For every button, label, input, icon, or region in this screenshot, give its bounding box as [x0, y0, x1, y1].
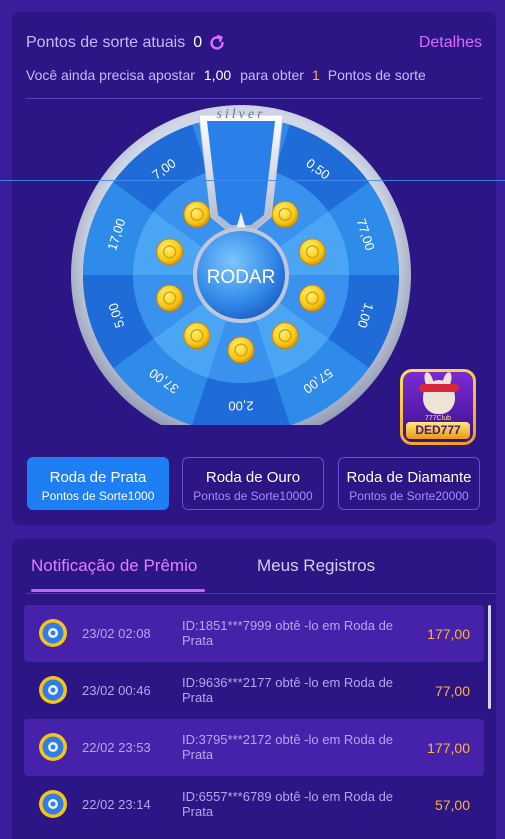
- tab-silver-subtitle: Pontos de Sorte1000: [41, 489, 155, 503]
- list-item: 23/02 00:46 ID:9636***2177 obtê -lo em R…: [24, 662, 484, 719]
- item-amount: 177,00: [427, 626, 470, 642]
- notification-list[interactable]: 23/02 02:08 ID:1851***7999 obtê -lo em R…: [24, 605, 484, 833]
- wheel-graphic: 177,000,5077,001,0057,002,0037,005,0017,…: [71, 105, 411, 445]
- overlay-line: [0, 180, 505, 181]
- coin-icon: [183, 200, 211, 228]
- wheel-coin-icon: [38, 675, 68, 705]
- item-date: 22/02 23:53: [82, 740, 151, 755]
- tab-gold-wheel[interactable]: Roda de Ouro Pontos de Sorte10000: [182, 457, 324, 510]
- item-date: 23/02 00:46: [82, 683, 151, 698]
- coin-icon: [271, 200, 299, 228]
- list-scrollbar[interactable]: [488, 605, 491, 709]
- item-description: ID:3795***2172 obtê -lo em Roda de Prata: [182, 732, 394, 762]
- item-description: ID:6557***6789 obtê -lo em Roda de Prata: [182, 789, 394, 819]
- tab-diamond-wheel[interactable]: Roda de Diamante Pontos de Sorte20000: [338, 457, 480, 510]
- active-tab-indicator: [31, 589, 205, 592]
- wheel-coin-icon: [38, 789, 68, 819]
- item-amount: 177,00: [427, 740, 470, 756]
- logo-text: DED777: [406, 422, 470, 439]
- wheel-coin-icon: [38, 618, 68, 648]
- coin-icon: [271, 322, 299, 350]
- tab-my-records[interactable]: Meus Registros: [257, 556, 375, 576]
- item-date: 22/02 23:14: [82, 797, 151, 812]
- wheel-segment-label: 2,00: [228, 399, 253, 414]
- item-description: ID:1851***7999 obtê -lo em Roda de Prata: [182, 618, 394, 648]
- bet-amount: 1,00: [203, 67, 232, 83]
- wheel-coin-icon: [38, 732, 68, 762]
- item-date: 23/02 02:08: [82, 626, 151, 641]
- tab-diamond-title: Roda de Diamante: [346, 469, 472, 486]
- coin-icon: [156, 284, 184, 312]
- list-item: 22/02 23:53 ID:3795***2172 obtê -lo em R…: [24, 719, 484, 776]
- bet-text-mid: para obter: [240, 67, 304, 83]
- tab-prize-notification[interactable]: Notificação de Prêmio: [31, 556, 197, 576]
- list-item: 23/02 02:08 ID:1851***7999 obtê -lo em R…: [24, 605, 484, 662]
- coin-icon: [183, 322, 211, 350]
- logo-small-text: 777Club: [424, 415, 452, 422]
- bet-points: 1: [311, 67, 320, 83]
- panel-divider: [26, 593, 496, 594]
- luck-points-value: 0: [193, 34, 203, 51]
- refresh-icon[interactable]: [208, 34, 226, 52]
- tab-gold-title: Roda de Ouro: [205, 469, 301, 486]
- spin-button[interactable]: RODAR: [207, 267, 276, 288]
- coin-icon: [298, 238, 326, 266]
- luck-points-label: Pontos de sorte atuais: [26, 34, 186, 51]
- tab-silver-wheel[interactable]: Roda de Prata Pontos de Sorte1000: [27, 457, 169, 510]
- bet-text-prefix: Você ainda precisa apostar: [26, 67, 195, 83]
- bet-requirement-text: Você ainda precisa apostar 1,00 para obter…: [26, 67, 426, 83]
- list-item: 22/02 23:14 ID:6557***6789 obtê -lo em R…: [24, 776, 484, 833]
- prize-wheel: 177,000,5077,001,0057,002,0037,005,0017,…: [71, 85, 411, 445]
- wheel-tier-label: silver: [216, 107, 265, 122]
- tab-diamond-subtitle: Pontos de Sorte20000: [349, 489, 469, 503]
- item-amount: 77,00: [434, 683, 470, 699]
- coin-icon: [227, 336, 255, 364]
- bet-text-suffix: Pontos de sorte: [327, 67, 426, 83]
- item-amount: 57,00: [434, 797, 470, 813]
- tab-gold-subtitle: Pontos de Sorte10000: [193, 489, 313, 503]
- notification-panel: Notificação de Prêmio Meus Registros 23/…: [12, 539, 496, 839]
- coin-icon: [156, 238, 184, 266]
- brand-logo: 777Club DED777: [400, 369, 476, 445]
- details-link[interactable]: Detalhes: [419, 34, 482, 52]
- coin-icon: [298, 284, 326, 312]
- item-description: ID:9636***2177 obtê -lo em Roda de Prata: [182, 675, 394, 705]
- tab-silver-title: Roda de Prata: [49, 469, 147, 486]
- luck-points-row: Pontos de sorte atuais 0: [26, 34, 226, 52]
